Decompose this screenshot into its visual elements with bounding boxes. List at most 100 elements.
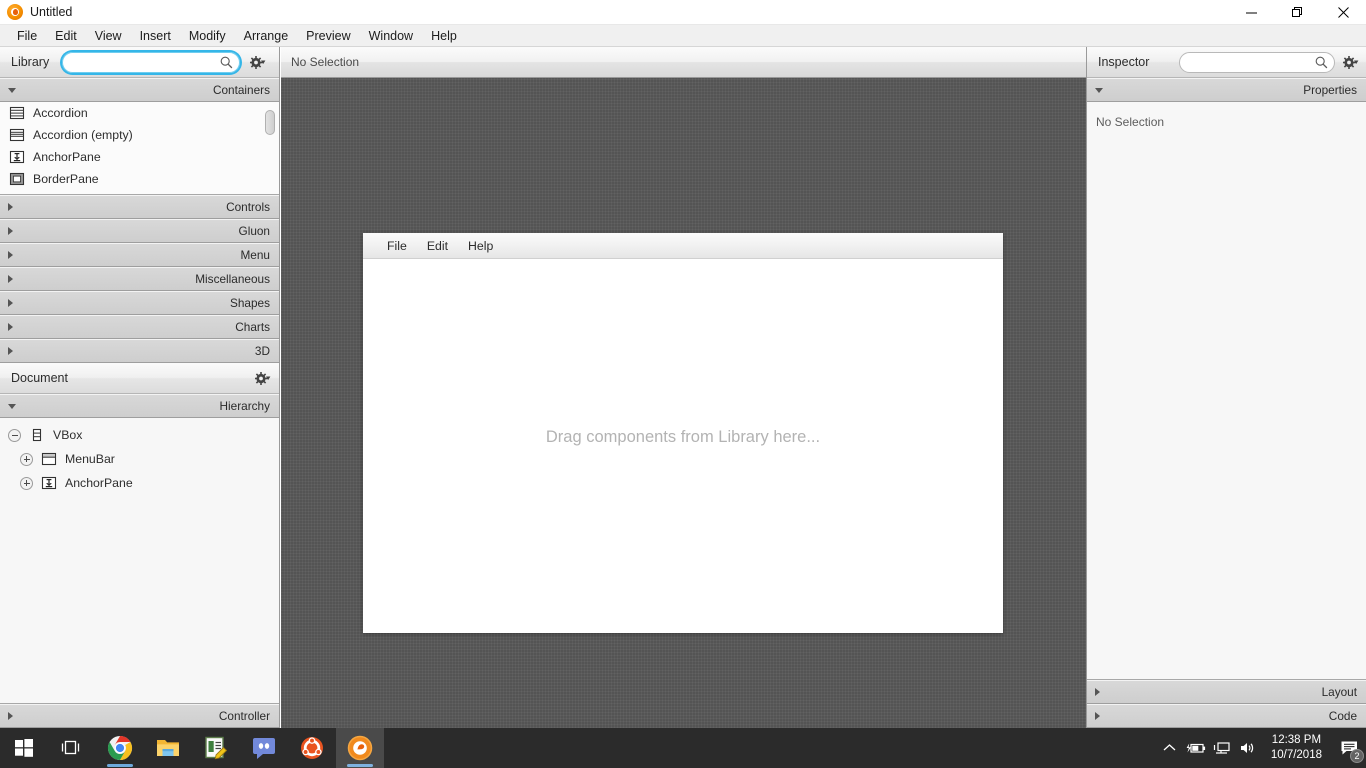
inspector-search-input[interactable]: [1179, 51, 1335, 73]
tree-row-vbox[interactable]: VBox: [0, 423, 279, 447]
chrome-button[interactable]: [96, 728, 144, 768]
volume-button[interactable]: [1235, 728, 1261, 768]
library-list-scrollbar[interactable]: [264, 108, 276, 189]
inspector-section-properties[interactable]: Properties: [1087, 78, 1366, 102]
scrollbar-thumb[interactable]: [265, 110, 275, 135]
library-section-miscellaneous[interactable]: Miscellaneous: [0, 267, 279, 291]
library-gear-menu-button[interactable]: [248, 53, 268, 71]
library-section-label: 3D: [254, 344, 270, 358]
design-canvas[interactable]: File Edit Help Drag components from Libr…: [281, 78, 1086, 728]
library-search-input[interactable]: [62, 51, 241, 73]
menu-view[interactable]: View: [86, 27, 131, 45]
library-item-accordion-empty[interactable]: Accordion (empty): [0, 124, 279, 146]
hierarchy-section-label: Hierarchy: [219, 399, 270, 413]
menu-window[interactable]: Window: [360, 27, 422, 45]
inspector-panel-header: Inspector: [1087, 47, 1366, 78]
battery-button[interactable]: [1183, 728, 1209, 768]
chevron-right-icon: [8, 712, 13, 720]
library-section-shapes[interactable]: Shapes: [0, 291, 279, 315]
library-section-label: Gluon: [238, 224, 270, 238]
stage-anchorpane[interactable]: Drag components from Library here...: [363, 259, 1003, 633]
chevron-down-icon: [8, 403, 16, 409]
ubuntu-icon: [301, 737, 323, 759]
library-section-label: Containers: [212, 83, 270, 97]
network-icon: [1213, 742, 1230, 754]
stage-menu-help[interactable]: Help: [458, 239, 503, 253]
gear-icon: [255, 371, 271, 385]
anchorpane-icon: [41, 476, 57, 490]
library-section-controls[interactable]: Controls: [0, 195, 279, 219]
scene-builder-window: Untitled File Edit View Insert Modify Ar…: [0, 0, 1366, 768]
stage-menubar[interactable]: File Edit Help: [363, 233, 1003, 259]
system-tray: 12:38 PM 10/7/2018 2: [1157, 728, 1366, 768]
inspector-search[interactable]: [1179, 51, 1335, 73]
show-hidden-icons-button[interactable]: [1157, 728, 1183, 768]
library-item-accordion[interactable]: Accordion: [0, 102, 279, 124]
library-section-containers[interactable]: Containers: [0, 78, 279, 102]
accordion-icon: [9, 106, 25, 120]
windows-logo-icon: [15, 739, 33, 757]
action-center-button[interactable]: 2: [1332, 728, 1366, 768]
task-view-button[interactable]: [48, 728, 96, 768]
expand-toggle-icon[interactable]: [20, 476, 33, 490]
chevron-right-icon: [8, 227, 13, 235]
collapse-toggle-icon[interactable]: [8, 428, 21, 442]
inspector-section-code[interactable]: Code: [1087, 704, 1366, 728]
library-section-gluon[interactable]: Gluon: [0, 219, 279, 243]
chevron-right-icon: [8, 203, 13, 211]
inspector-gear-menu-button[interactable]: [1343, 53, 1360, 71]
file-explorer-button[interactable]: [144, 728, 192, 768]
close-button[interactable]: [1320, 0, 1366, 25]
tree-row-menubar[interactable]: MenuBar: [0, 447, 279, 471]
library-section-charts[interactable]: Charts: [0, 315, 279, 339]
start-button[interactable]: [0, 728, 48, 768]
accordion-empty-icon: [9, 128, 25, 142]
stage-root-vbox[interactable]: File Edit Help Drag components from Libr…: [363, 233, 1003, 633]
stage-menu-file[interactable]: File: [377, 239, 417, 253]
library-item-borderpane[interactable]: BorderPane: [0, 168, 279, 190]
editor-button[interactable]: [192, 728, 240, 768]
scenebuilder-icon: [7, 4, 23, 20]
borderpane-icon: [9, 172, 25, 186]
tree-row-anchorpane[interactable]: AnchorPane: [0, 471, 279, 495]
document-section-controller[interactable]: Controller: [0, 704, 279, 728]
stage-menu-edit[interactable]: Edit: [417, 239, 458, 253]
library-section-menu[interactable]: Menu: [0, 243, 279, 267]
taskbar-clock[interactable]: 12:38 PM 10/7/2018: [1261, 733, 1332, 763]
gear-icon: [1343, 55, 1359, 69]
menu-help[interactable]: Help: [422, 27, 466, 45]
chevron-right-icon: [8, 323, 13, 331]
chrome-icon: [107, 736, 133, 760]
document-title: Document: [11, 371, 68, 385]
scenebuilder-button[interactable]: [336, 728, 384, 768]
document-gear-menu-button[interactable]: [253, 369, 273, 387]
task-view-icon: [61, 740, 80, 755]
clock-time: 12:38 PM: [1271, 734, 1322, 746]
minimize-button[interactable]: [1228, 0, 1274, 25]
network-button[interactable]: [1209, 728, 1235, 768]
discord-icon: [253, 738, 275, 759]
inspector-title: Inspector: [1098, 55, 1150, 69]
inspector-section-layout[interactable]: Layout: [1087, 680, 1366, 704]
ubuntu-button[interactable]: [288, 728, 336, 768]
library-item-anchorpane[interactable]: AnchorPane: [0, 146, 279, 168]
menu-arrange[interactable]: Arrange: [235, 27, 297, 45]
menu-edit[interactable]: Edit: [46, 27, 86, 45]
library-section-3d[interactable]: 3D: [0, 339, 279, 363]
menu-preview[interactable]: Preview: [297, 27, 359, 45]
selection-status-text: No Selection: [291, 55, 360, 69]
anchorpane-icon: [9, 150, 25, 164]
expand-toggle-icon[interactable]: [20, 452, 33, 466]
title-bar: Untitled: [0, 0, 1366, 25]
selection-status-bar: No Selection: [281, 47, 1086, 78]
menu-insert[interactable]: Insert: [131, 27, 180, 45]
main-menu-bar: File Edit View Insert Modify Arrange Pre…: [0, 25, 1366, 47]
menu-file[interactable]: File: [8, 27, 46, 45]
maximize-button[interactable]: [1274, 0, 1320, 25]
discord-button[interactable]: [240, 728, 288, 768]
library-search[interactable]: [62, 51, 241, 73]
menu-modify[interactable]: Modify: [180, 27, 235, 45]
menubar-icon: [41, 452, 57, 466]
scenebuilder-icon: [347, 735, 373, 761]
document-section-hierarchy[interactable]: Hierarchy: [0, 394, 279, 418]
